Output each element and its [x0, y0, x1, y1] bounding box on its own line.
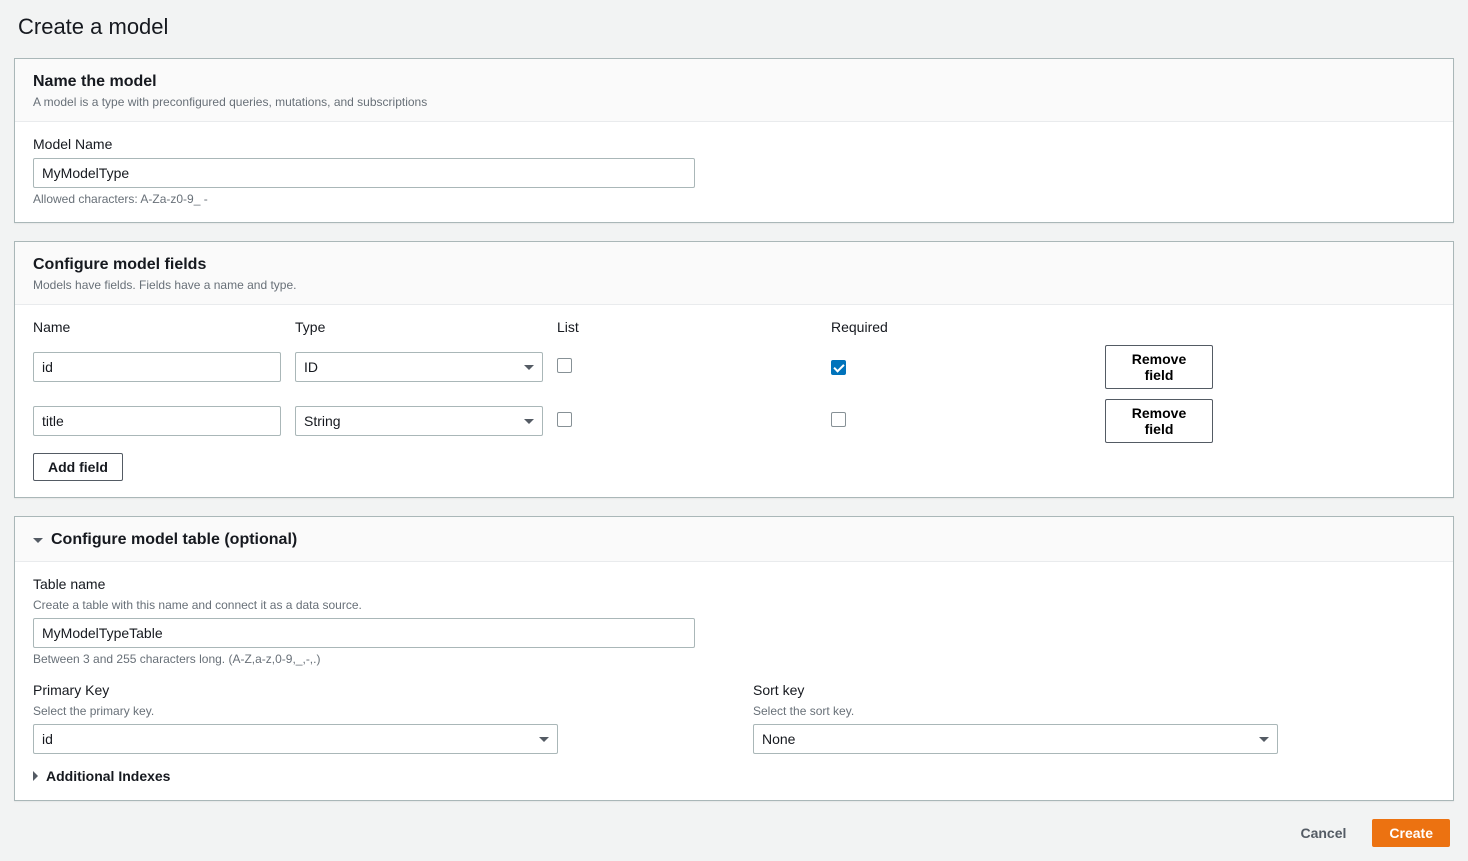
panel-name-model: Name the model A model is a type with pr…: [14, 58, 1454, 223]
col-required: Required: [831, 319, 1091, 335]
col-type: Type: [295, 319, 543, 335]
additional-indexes-toggle[interactable]: Additional Indexes: [33, 768, 1435, 784]
panel-config-fields-desc: Models have fields. Fields have a name a…: [33, 278, 1435, 292]
primary-key-select[interactable]: id: [33, 724, 558, 754]
field-name-input[interactable]: [33, 352, 281, 382]
panel-config-fields: Configure model fields Models have field…: [14, 241, 1454, 498]
col-list: List: [557, 319, 817, 335]
cancel-button[interactable]: Cancel: [1284, 819, 1362, 847]
panel-name-model-header: Name the model A model is a type with pr…: [15, 59, 1453, 122]
sort-key-value: None: [762, 731, 795, 747]
chevron-down-icon: [524, 419, 534, 424]
fields-header-row: Name Type List Required: [33, 319, 1435, 335]
primary-key-label: Primary Key: [33, 682, 573, 698]
field-row: ID Remove field: [33, 345, 1435, 389]
field-row: String Remove field: [33, 399, 1435, 443]
primary-key-value: id: [42, 731, 53, 747]
table-name-desc: Create a table with this name and connec…: [33, 598, 1435, 612]
page-title: Create a model: [18, 14, 1454, 40]
col-name: Name: [33, 319, 281, 335]
field-list-checkbox[interactable]: [557, 412, 572, 427]
remove-field-button[interactable]: Remove field: [1105, 345, 1213, 389]
field-list-checkbox[interactable]: [557, 358, 572, 373]
model-name-label: Model Name: [33, 136, 1435, 152]
add-field-button[interactable]: Add field: [33, 453, 123, 481]
panel-name-model-title: Name the model: [33, 73, 1435, 91]
field-type-select[interactable]: String: [295, 406, 543, 436]
sort-key-desc: Select the sort key.: [753, 704, 1293, 718]
create-button[interactable]: Create: [1372, 819, 1450, 847]
chevron-down-icon: [1259, 737, 1269, 742]
sort-key-select[interactable]: None: [753, 724, 1278, 754]
field-type-select[interactable]: ID: [295, 352, 543, 382]
panel-config-table-header[interactable]: Configure model table (optional): [15, 517, 1453, 562]
panel-config-fields-header: Configure model fields Models have field…: [15, 242, 1453, 305]
field-name-input[interactable]: [33, 406, 281, 436]
table-name-input[interactable]: [33, 618, 695, 648]
panel-config-table-title: Configure model table (optional): [51, 531, 297, 549]
table-name-label: Table name: [33, 576, 1435, 592]
footer-actions: Cancel Create: [14, 819, 1454, 847]
field-required-checkbox[interactable]: [831, 412, 846, 427]
field-required-checkbox[interactable]: [831, 360, 846, 375]
model-name-help: Allowed characters: A-Za-z0-9_ -: [33, 192, 1435, 206]
field-type-value: ID: [304, 359, 318, 375]
panel-config-fields-title: Configure model fields: [33, 256, 1435, 274]
chevron-right-icon: [33, 771, 38, 781]
chevron-down-icon: [33, 538, 43, 543]
model-name-input[interactable]: [33, 158, 695, 188]
field-type-value: String: [304, 413, 341, 429]
primary-key-desc: Select the primary key.: [33, 704, 573, 718]
table-name-help: Between 3 and 255 characters long. (A-Z,…: [33, 652, 1435, 666]
chevron-down-icon: [524, 365, 534, 370]
sort-key-label: Sort key: [753, 682, 1293, 698]
chevron-down-icon: [539, 737, 549, 742]
panel-name-model-desc: A model is a type with preconfigured que…: [33, 95, 1435, 109]
remove-field-button[interactable]: Remove field: [1105, 399, 1213, 443]
additional-indexes-label: Additional Indexes: [46, 768, 170, 784]
panel-config-table: Configure model table (optional) Table n…: [14, 516, 1454, 801]
